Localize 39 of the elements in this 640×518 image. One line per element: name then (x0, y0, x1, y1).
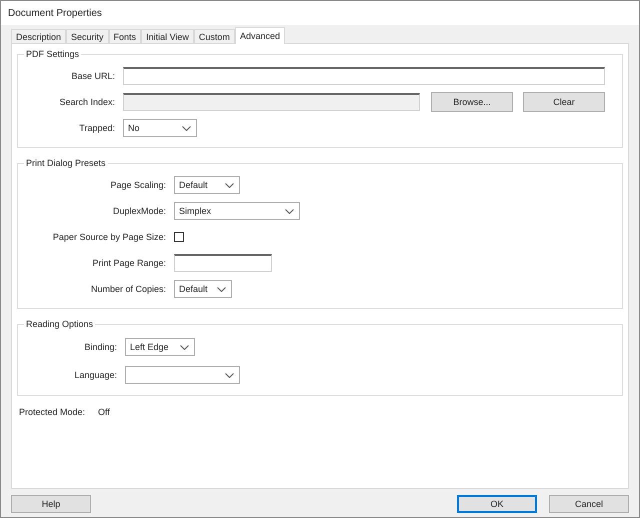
caret-icon (285, 208, 294, 214)
field-label: Base URL: (70, 71, 115, 81)
field-label: Trapped: (78, 123, 115, 133)
dialog-button[interactable]: Help (11, 495, 91, 513)
dropdown[interactable]: No (123, 119, 197, 137)
checkbox[interactable] (174, 232, 184, 242)
tab[interactable]: Custom (194, 29, 235, 43)
field-label: Page Scaling: (109, 180, 166, 190)
caret-icon (217, 286, 226, 292)
caret-icon (180, 344, 189, 350)
dropdown[interactable]: Default (174, 280, 232, 298)
window-title: Document Properties (8, 8, 102, 18)
field-label: Search Index: (58, 97, 115, 107)
input-field[interactable] (123, 67, 605, 85)
caret-icon (182, 126, 191, 130)
input-field[interactable] (174, 254, 272, 272)
field-value: Off (98, 407, 110, 417)
field-label: Language: (73, 370, 117, 380)
dialog-button[interactable]: Cancel (549, 495, 629, 513)
field-label: Binding: (83, 342, 117, 352)
dropdown[interactable]: Simplex (174, 202, 300, 220)
caret-icon (225, 182, 234, 188)
dropdown[interactable]: Default (174, 176, 240, 194)
tab[interactable]: Initial View (141, 29, 194, 43)
group-title: Print Dialog Presets (24, 158, 108, 168)
field-label: Print Page Range: (91, 258, 166, 268)
tab[interactable]: Security (66, 29, 109, 43)
tab[interactable]: Advanced (234, 27, 285, 44)
tab[interactable]: Fonts (108, 29, 142, 43)
dialog-button[interactable]: OK (457, 495, 537, 513)
tab[interactable]: Description (11, 29, 66, 43)
field-label: Protected Mode: (19, 407, 86, 417)
caret-icon (225, 372, 234, 378)
dropdown[interactable]: Left Edge (125, 338, 195, 356)
group-title: Reading Options (24, 319, 96, 329)
field-label: Number of Copies: (90, 284, 166, 294)
field-label: Paper Source by Page Size: (52, 232, 166, 242)
field-label: DuplexMode: (112, 206, 166, 216)
group-title: PDF Settings (24, 49, 82, 59)
